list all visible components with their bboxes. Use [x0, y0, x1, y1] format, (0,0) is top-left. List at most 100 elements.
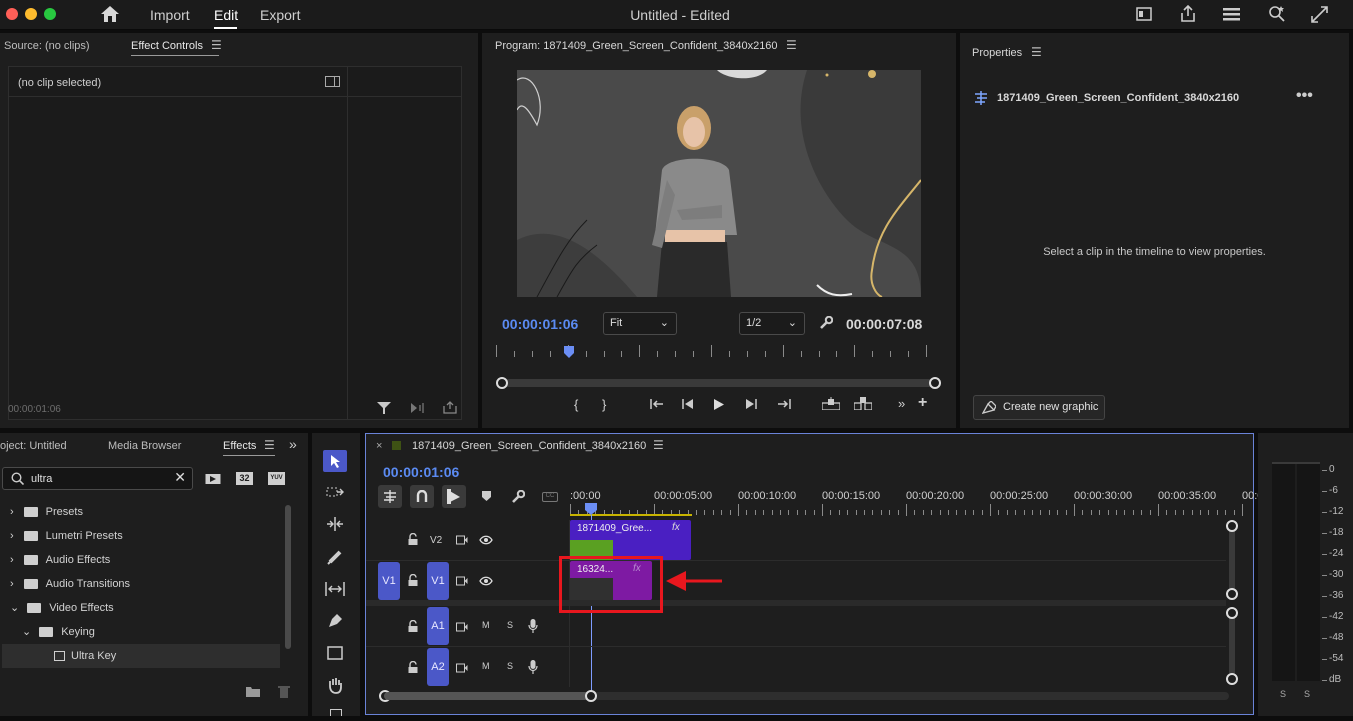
home-icon[interactable]: [100, 5, 120, 23]
tree-item-audio-effects[interactable]: › Audio Effects: [10, 548, 110, 572]
razor-tool-icon[interactable]: [327, 549, 343, 565]
eye-icon[interactable]: [479, 535, 493, 545]
lift-icon[interactable]: [822, 397, 840, 410]
extract-icon[interactable]: [854, 397, 872, 410]
mute-a2-button[interactable]: M: [482, 661, 490, 671]
program-time-ruler[interactable]: [496, 345, 927, 361]
tab-effects[interactable]: Effects: [223, 440, 256, 452]
track-target-v1[interactable]: V1: [427, 562, 449, 600]
scroll-handle-right[interactable]: [585, 690, 597, 702]
yuv-effects-badge[interactable]: YUV: [268, 472, 285, 485]
filter-icon[interactable]: [377, 401, 391, 415]
microphone-icon[interactable]: [528, 660, 538, 674]
video-tracks-scrollbar[interactable]: [1226, 520, 1238, 600]
selection-tool-button[interactable]: [323, 450, 347, 472]
effects-scrollbar[interactable]: [285, 505, 291, 649]
video-audio-divider[interactable]: [366, 600, 1226, 606]
program-video-frame[interactable]: [517, 70, 921, 297]
go-to-out-icon[interactable]: [777, 398, 791, 410]
menu-export[interactable]: Export: [260, 7, 300, 23]
rectangle-tool-icon[interactable]: [327, 646, 343, 660]
program-menu-icon[interactable]: ☰: [786, 38, 797, 52]
resolution-dropdown[interactable]: 1/2 ⌄: [739, 312, 805, 335]
fit-dropdown[interactable]: Fit ⌄: [603, 312, 677, 335]
pen-tool-icon[interactable]: [327, 613, 343, 629]
timeline-settings-wrench-icon[interactable]: [511, 490, 525, 504]
minimize-window-button[interactable]: [25, 8, 37, 20]
scroll-thumb[interactable]: [384, 692, 591, 700]
tree-item-ultra-key[interactable]: Ultra Key: [54, 644, 116, 668]
track-target-a1[interactable]: A1: [427, 607, 449, 645]
tree-item-presets[interactable]: › Presets: [10, 500, 83, 524]
close-window-button[interactable]: [6, 8, 18, 20]
trash-icon[interactable]: [278, 685, 290, 698]
mark-out-icon[interactable]: }: [602, 397, 606, 412]
close-sequence-icon[interactable]: ×: [376, 440, 382, 452]
timeline-horizontal-scrollbar[interactable]: [379, 690, 1229, 702]
more-controls-icon[interactable]: »: [898, 396, 905, 411]
panel-menu-icon[interactable]: ☰: [211, 38, 222, 52]
go-to-in-icon[interactable]: [650, 398, 664, 410]
tab-project[interactable]: oject: Untitled: [0, 440, 67, 452]
add-button-icon[interactable]: +: [918, 394, 927, 412]
program-current-timecode[interactable]: 00:00:01:06: [502, 316, 578, 332]
effects-search-input[interactable]: [31, 470, 171, 487]
ripple-edit-tool-icon[interactable]: [326, 517, 344, 531]
add-marker-icon[interactable]: [481, 490, 492, 502]
timeline-playhead-head[interactable]: [585, 503, 597, 515]
new-bin-icon[interactable]: [246, 686, 260, 697]
track-select-tool-icon[interactable]: [326, 485, 344, 499]
32bit-effects-badge[interactable]: 32: [236, 472, 253, 485]
insert-nest-toggle[interactable]: [378, 485, 402, 508]
accelerated-effects-icon[interactable]: [205, 472, 221, 485]
solo-a2-button[interactable]: S: [507, 661, 513, 671]
solo-a1-button[interactable]: S: [507, 620, 513, 630]
program-playhead[interactable]: [564, 346, 575, 358]
notifications-icon[interactable]: [1268, 5, 1285, 22]
menu-edit[interactable]: Edit: [214, 7, 238, 23]
linked-selection-toggle[interactable]: [442, 485, 466, 508]
type-tool-icon[interactable]: [330, 709, 342, 716]
snap-toggle[interactable]: [410, 485, 434, 508]
solo-right-button[interactable]: S: [1304, 689, 1310, 699]
hand-tool-icon[interactable]: [327, 677, 343, 694]
mute-a1-button[interactable]: M: [482, 620, 490, 630]
timeline-sequence-tab[interactable]: 1871409_Green_Screen_Confident_3840x2160: [412, 440, 646, 452]
toggle-timeline-view-icon[interactable]: [325, 76, 340, 87]
tab-effect-controls[interactable]: Effect Controls: [131, 40, 203, 52]
effects-search-box[interactable]: ✕: [2, 467, 193, 490]
slip-tool-icon[interactable]: [325, 581, 345, 597]
effects-menu-icon[interactable]: ☰: [264, 438, 275, 452]
play-audio-icon[interactable]: [410, 402, 426, 414]
eye-icon[interactable]: [479, 576, 493, 586]
export-icon[interactable]: [443, 401, 457, 414]
timeline-timecode[interactable]: 00:00:01:06: [383, 464, 459, 480]
workspaces-icon[interactable]: [1223, 7, 1240, 21]
sync-lock-icon[interactable]: [456, 663, 468, 673]
captions-icon[interactable]: CC: [542, 492, 558, 502]
share-icon[interactable]: [1180, 5, 1196, 22]
create-new-graphic-button[interactable]: Create new graphic: [973, 395, 1105, 420]
timeline-menu-icon[interactable]: ☰: [653, 438, 664, 452]
clip-v2-green-screen[interactable]: 1871409_Gree... fx: [570, 520, 691, 560]
clear-search-icon[interactable]: ✕: [174, 469, 186, 486]
lock-icon[interactable]: [408, 533, 418, 545]
lock-icon[interactable]: [408, 574, 418, 586]
tree-item-keying[interactable]: ⌄ Keying: [22, 620, 95, 644]
source-patch-v1[interactable]: V1: [378, 562, 400, 600]
sync-lock-icon[interactable]: [456, 622, 468, 632]
menu-import[interactable]: Import: [150, 7, 190, 23]
sync-lock-icon[interactable]: [456, 535, 468, 545]
lock-icon[interactable]: [408, 661, 418, 673]
tree-item-audio-transitions[interactable]: › Audio Transitions: [10, 572, 130, 596]
tree-item-lumetri-presets[interactable]: › Lumetri Presets: [10, 524, 123, 548]
microphone-icon[interactable]: [528, 619, 538, 633]
fullscreen-icon[interactable]: [1311, 6, 1328, 23]
program-zoom-scrollbar[interactable]: [496, 377, 941, 389]
sync-lock-icon[interactable]: [456, 576, 468, 586]
mark-in-icon[interactable]: {: [574, 397, 578, 412]
program-monitor-title[interactable]: Program: 1871409_Green_Screen_Confident_…: [495, 40, 778, 52]
settings-wrench-icon[interactable]: [819, 316, 833, 330]
solo-left-button[interactable]: S: [1280, 689, 1286, 699]
more-options-icon[interactable]: •••: [1296, 87, 1313, 105]
